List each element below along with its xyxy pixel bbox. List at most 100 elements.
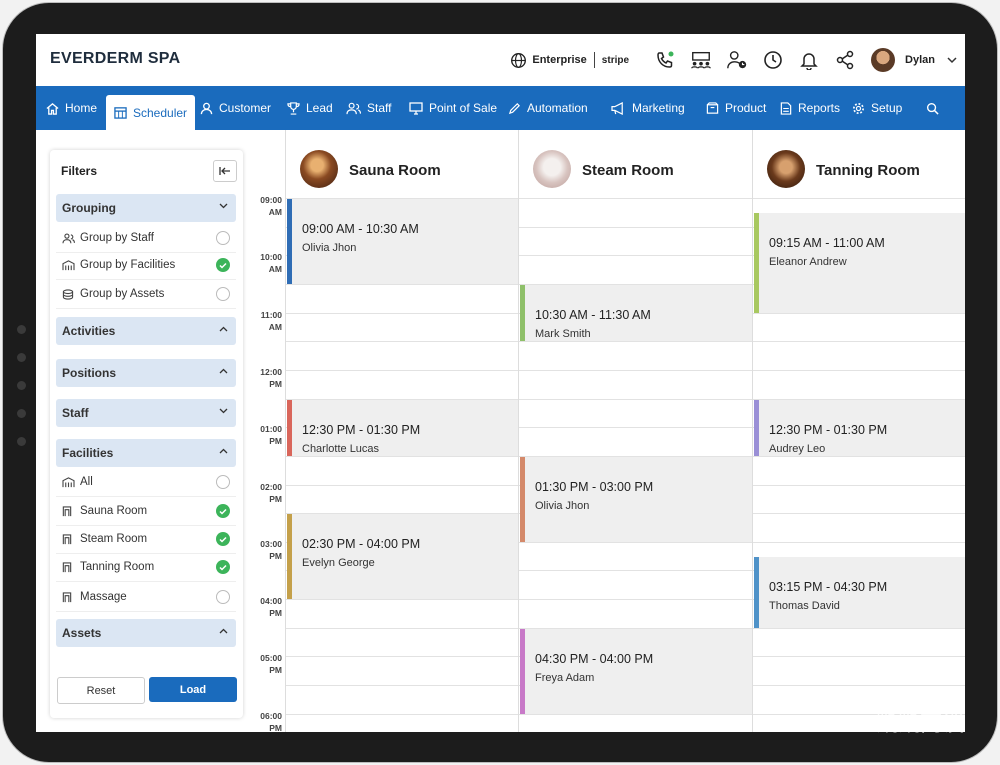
nav-label: Reports <box>798 101 841 115</box>
room-column-header[interactable]: Sauna Room <box>285 130 519 198</box>
radio-unchecked[interactable] <box>216 475 230 489</box>
appointment-client: Eleanor Andrew <box>769 256 847 269</box>
radio-unchecked[interactable] <box>216 231 230 245</box>
check-icon[interactable] <box>216 560 230 574</box>
user-name[interactable]: Dylan <box>905 54 935 66</box>
brand-logo[interactable]: EVERDERM SPA <box>50 50 180 68</box>
nav-item-scheduler[interactable]: Scheduler <box>106 95 196 130</box>
room-icon <box>62 562 72 573</box>
grid-line <box>753 656 965 658</box>
facility-option-tanning[interactable]: Tanning Room <box>56 554 236 582</box>
time-label: 05:00 PM <box>260 653 282 676</box>
load-button[interactable]: Load <box>149 677 237 702</box>
nav-item-staff[interactable]: Staff <box>346 86 391 130</box>
appointment-card[interactable]: 12:30 PM - 01:30 PM Charlotte Lucas <box>287 399 518 456</box>
grid-line <box>753 198 965 199</box>
collapse-filters-button[interactable] <box>213 160 237 182</box>
section-label: Facilities <box>62 446 114 460</box>
appointment-card[interactable]: 04:30 PM - 04:00 PM Freya Adam <box>520 628 752 714</box>
grid-line <box>286 341 519 343</box>
section-label: Grouping <box>62 201 116 215</box>
appointment-card[interactable]: 09:00 AM - 10:30 AM Olivia Jhon <box>287 199 518 284</box>
option-label: Tanning Room <box>80 561 155 573</box>
appointment-card[interactable]: 02:30 PM - 04:00 PM Evelyn George <box>287 514 518 600</box>
chevron-up-icon <box>219 628 228 634</box>
grouping-option-staff[interactable]: Group by Staff <box>56 225 236 253</box>
nav-item-reports[interactable]: Reports <box>780 86 840 130</box>
grid-line <box>753 341 965 343</box>
nav-label: Staff <box>367 101 392 115</box>
radio-unchecked[interactable] <box>216 287 230 301</box>
nav-item-point-of-sale[interactable]: Point of Sale <box>409 86 497 130</box>
time-label: 04:00 PM <box>260 596 282 619</box>
user-clock-icon[interactable] <box>726 49 748 71</box>
trophy-icon <box>287 101 300 115</box>
facility-option-all[interactable]: All <box>56 469 236 497</box>
search-icon <box>926 102 939 115</box>
check-icon[interactable] <box>216 504 230 518</box>
calendar-icon <box>114 107 127 119</box>
appointment-card[interactable]: 03:15 PM - 04:30 PM Thomas David <box>754 557 965 628</box>
team-board-icon[interactable] <box>690 49 712 71</box>
room-column[interactable]: 10:30 AM - 11:30 AM Mark Smith 01:30 PM - … <box>518 198 753 732</box>
grid-line <box>519 226 753 228</box>
facility-option-steam[interactable]: Steam Room <box>56 526 236 554</box>
assets-section-header[interactable]: Assets <box>56 619 236 647</box>
bell-icon[interactable] <box>798 49 820 71</box>
app-screen: EVERDERM SPA Enterprise stripe Dylan Hom… <box>36 34 965 732</box>
clock-icon[interactable] <box>762 49 784 71</box>
nav-item-marketing[interactable]: Marketing <box>611 86 685 130</box>
divider <box>593 52 595 68</box>
positions-section-header[interactable]: Positions <box>56 359 236 387</box>
phone-icon[interactable] <box>654 49 676 71</box>
grid-line <box>286 312 519 314</box>
nav-item-lead[interactable]: Lead <box>287 86 333 130</box>
room-column-header[interactable]: Steam Room <box>518 130 753 198</box>
grid-line <box>519 255 753 257</box>
facility-option-sauna[interactable]: Sauna Room <box>56 498 236 526</box>
radio-unchecked[interactable] <box>216 590 230 604</box>
share-icon[interactable] <box>834 49 856 71</box>
nav-label: Customer <box>219 101 272 115</box>
grouping-option-facilities[interactable]: Group by Facilities <box>56 252 236 280</box>
facility-option-massage[interactable]: Massage <box>56 584 236 612</box>
check-icon[interactable] <box>216 258 230 272</box>
nav-item-automation[interactable]: Automation <box>508 86 588 130</box>
room-name: Tanning Room <box>816 162 920 179</box>
option-label: All <box>80 476 93 488</box>
nav-item-customer[interactable]: Customer <box>200 86 271 130</box>
room-column-header[interactable]: Tanning Room <box>752 130 965 198</box>
appointment-card[interactable]: 01:30 PM - 03:00 PM Olivia Jhon <box>520 456 752 542</box>
nav-label: Home <box>65 101 98 115</box>
grid-line <box>286 656 519 658</box>
nav-item-product[interactable]: Product <box>706 86 766 130</box>
appointment-time: 03:15 PM - 04:30 PM <box>769 580 888 595</box>
time-label: 03:00 PM <box>260 538 282 561</box>
nav-search-button[interactable] <box>926 86 945 130</box>
activities-section-header[interactable]: Activities <box>56 317 236 345</box>
appointment-card[interactable]: 09:15 AM - 11:00 AM Eleanor Andrew <box>754 213 965 313</box>
grid-line <box>286 484 519 486</box>
avatar[interactable] <box>871 48 896 72</box>
reset-button[interactable]: Reset <box>57 677 145 704</box>
appointment-card[interactable]: 12:30 PM - 01:30 PM Audrey Leo <box>754 399 965 456</box>
grid-line <box>286 685 519 687</box>
grouping-section-header[interactable]: Grouping <box>56 194 236 222</box>
section-label: Activities <box>62 324 116 338</box>
chevron-down-icon[interactable] <box>947 56 957 64</box>
staff-section-header[interactable]: Staff <box>56 399 236 427</box>
check-icon[interactable] <box>216 532 230 546</box>
nav-label: Setup <box>871 101 903 115</box>
grouping-option-assets[interactable]: Group by Assets <box>56 281 236 309</box>
room-icon <box>62 592 72 603</box>
appointment-card[interactable]: 10:30 AM - 11:30 AM Mark Smith <box>520 284 752 342</box>
room-column[interactable]: 09:15 AM - 11:00 AM Eleanor Andrew 12:30 P… <box>752 198 965 732</box>
plan-badge[interactable]: Enterprise <box>510 52 587 69</box>
room-column[interactable]: 09:00 AM - 10:30 AM Olivia Jhon 12:30 PM -… <box>285 198 519 732</box>
nav-item-setup[interactable]: Setup <box>852 86 902 130</box>
stripe-logo: stripe <box>601 54 630 66</box>
section-label: Assets <box>62 626 102 640</box>
facilities-section-header[interactable]: Facilities <box>56 439 236 467</box>
nav-item-home[interactable]: Home <box>46 86 97 130</box>
room-photo <box>300 150 338 188</box>
